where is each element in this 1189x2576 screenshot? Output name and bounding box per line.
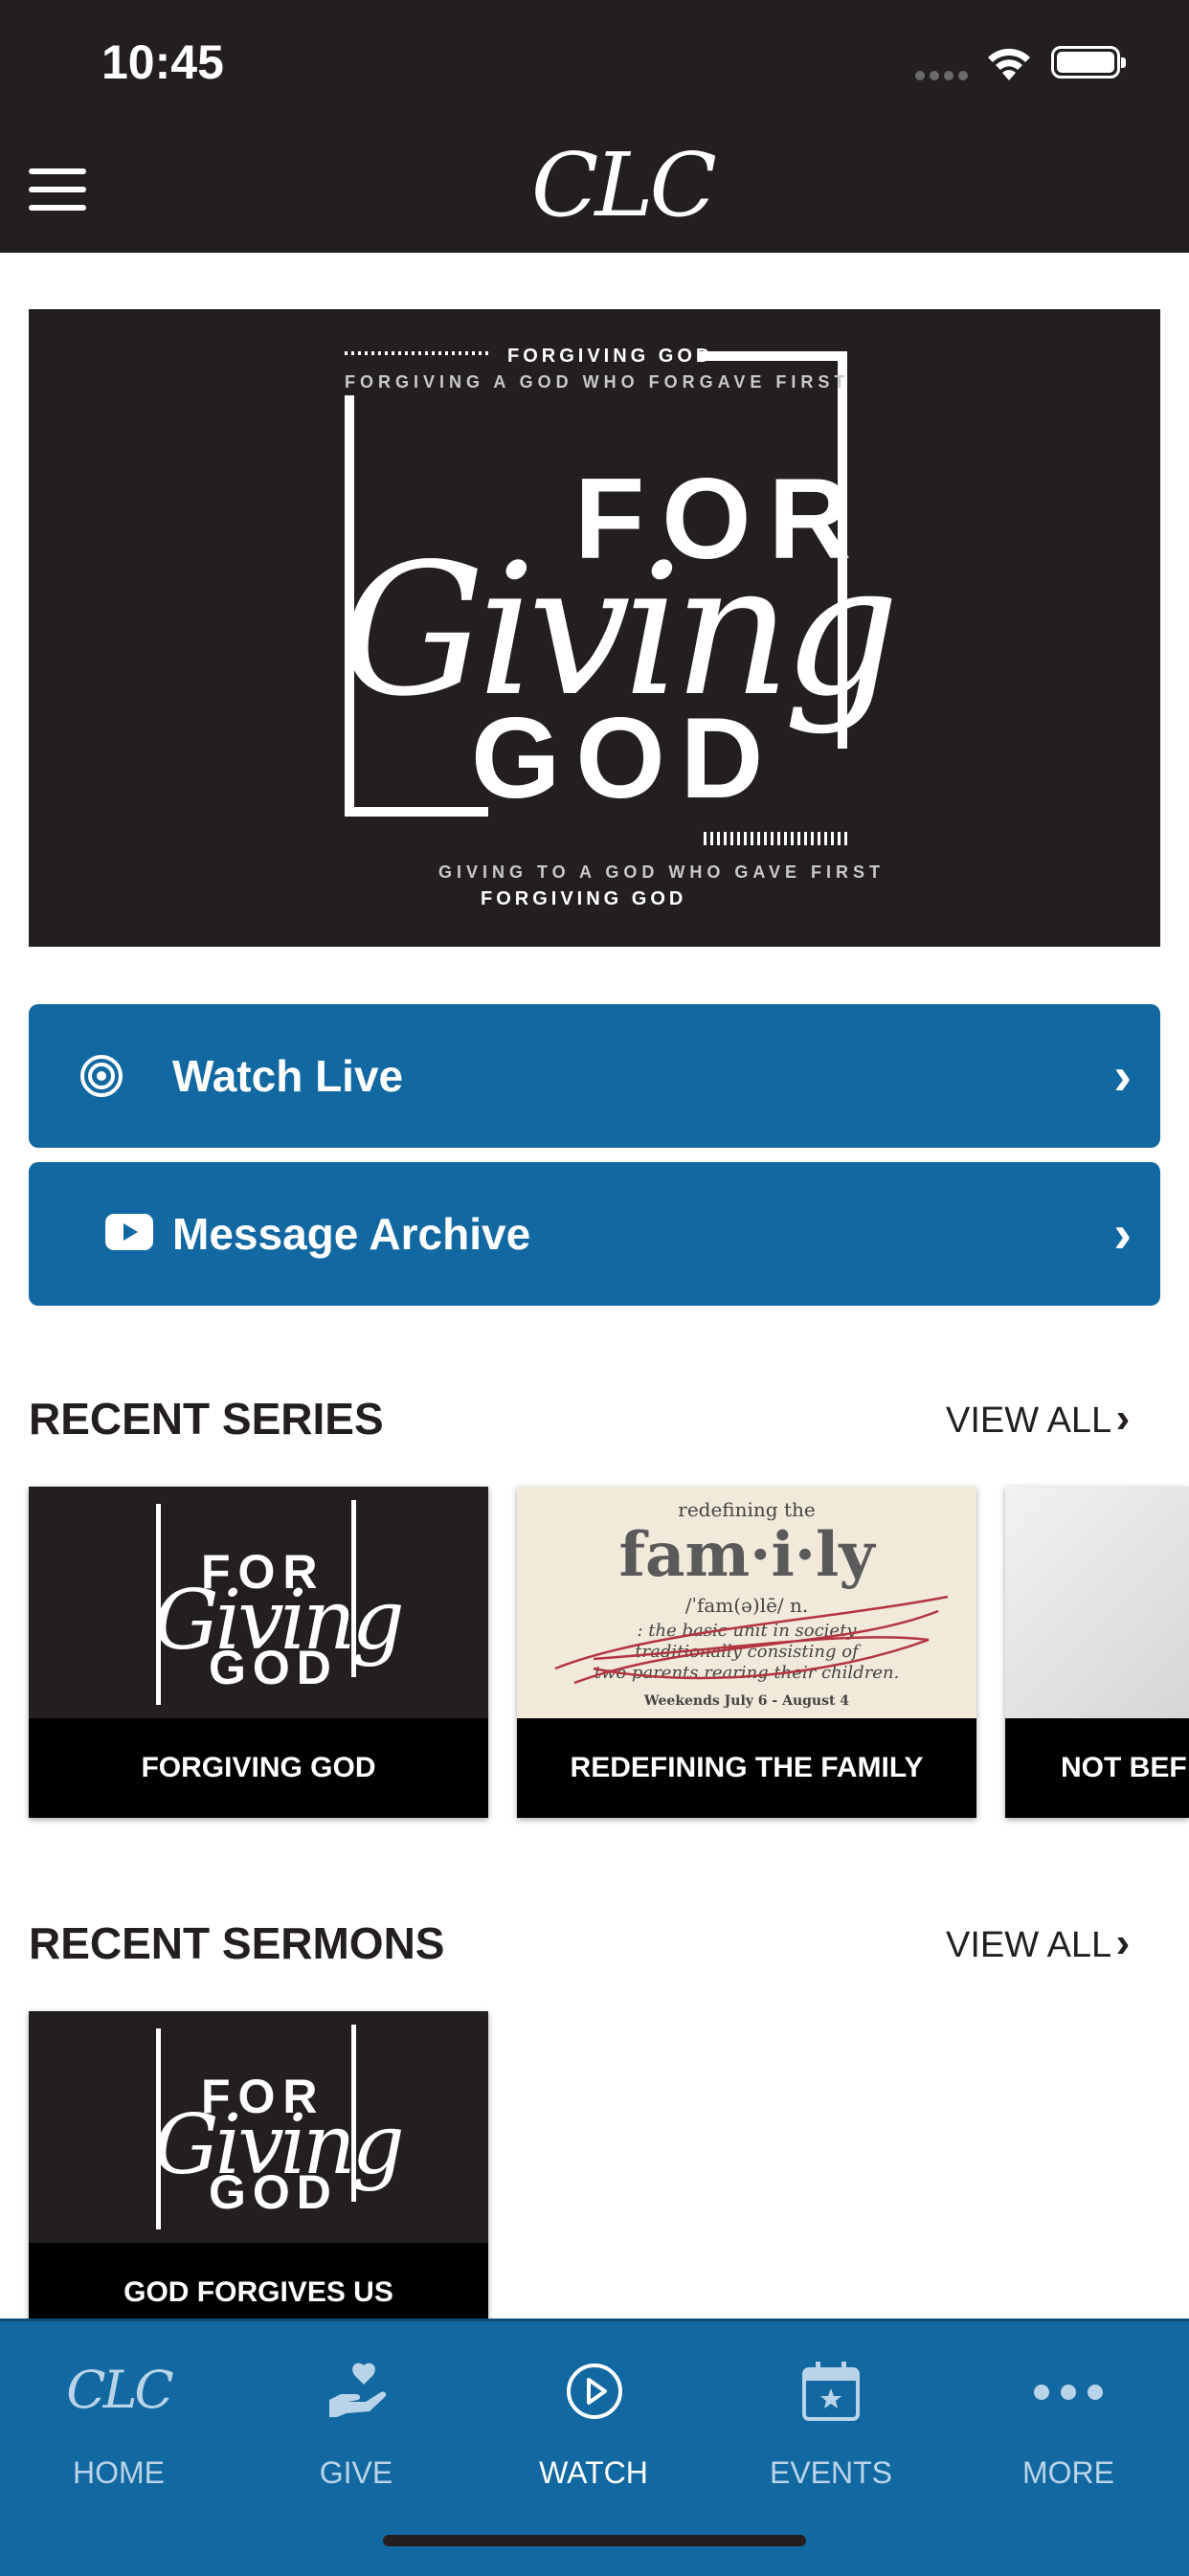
chevron-right-icon: › — [1115, 1919, 1131, 1966]
give-hand-heart-icon — [329, 2363, 387, 2417]
play-circle-icon — [567, 2363, 622, 2419]
hero-banner[interactable]: FORGIVING GOD FORGIVING A GOD WHO FORGAV… — [29, 309, 1160, 947]
series-card-partial[interactable]: NOT BEF — [1005, 1487, 1189, 1818]
more-dots-icon — [1034, 2385, 1103, 2400]
tab-label: HOME — [73, 2455, 165, 2490]
wifi-icon — [988, 48, 1030, 80]
chevron-right-icon: › — [1113, 1045, 1132, 1106]
calendar-star-icon — [802, 2362, 860, 2421]
series-caption: FORGIVING GOD — [29, 1718, 488, 1818]
recent-series-view-all[interactable]: VIEW ALL › — [946, 1395, 1130, 1443]
clc-logo-icon: CLC — [66, 2360, 174, 2420]
menu-icon[interactable] — [29, 168, 86, 211]
tab-label: WATCH — [539, 2455, 648, 2490]
series-card-forgiving-god[interactable]: FOR Giving GOD FORGIVING GOD — [29, 1487, 488, 1818]
status-bar: 10:45 — [0, 0, 1189, 126]
tab-label: MORE — [1022, 2455, 1114, 2490]
status-time: 10:45 — [101, 35, 224, 89]
watch-live-button[interactable]: Watch Live › — [29, 1004, 1160, 1148]
sermon-thumbnail: FOR Giving GOD — [29, 2011, 488, 2243]
recent-sermons-title: RECENT SERMONS — [29, 1918, 445, 1968]
tab-label: GIVE — [319, 2455, 393, 2490]
signal-icon — [915, 69, 973, 80]
view-all-label: VIEW ALL — [946, 1925, 1112, 1965]
hero-word-god: GOD — [471, 694, 779, 822]
battery-icon — [1051, 46, 1126, 78]
tab-label: EVENTS — [769, 2455, 893, 2490]
home-indicator[interactable] — [383, 2535, 806, 2546]
recent-series-title: RECENT SERIES — [29, 1394, 384, 1444]
chevron-right-icon: › — [1113, 1203, 1132, 1264]
sermon-card-god-forgives-us[interactable]: FOR Giving GOD GOD FORGIVES US — [29, 2011, 488, 2342]
series-card-redefining-the-family[interactable]: redefining the fam·i·ly /ˈfam(ə)lē/ n. :… — [517, 1487, 976, 1818]
chevron-right-icon: › — [1115, 1395, 1131, 1442]
hero-bottom-label: FORGIVING GOD — [481, 888, 687, 909]
view-all-label: VIEW ALL — [946, 1400, 1112, 1441]
series-caption: NOT BEF — [1005, 1718, 1189, 1818]
video-play-icon — [105, 1214, 153, 1250]
scribble-mark — [554, 1595, 949, 1685]
live-target-icon — [80, 1055, 123, 1097]
series-thumbnail — [1005, 1487, 1189, 1718]
hero-top-label: FORGIVING GOD — [507, 346, 714, 367]
series-thumbnail: redefining the fam·i·ly /ˈfam(ə)lē/ n. :… — [517, 1487, 976, 1718]
hero-bottom-subtitle: GIVING TO A GOD WHO GAVE FIRST — [438, 862, 886, 882]
app-logo[interactable]: CLC — [531, 134, 717, 236]
recent-sermons-view-all[interactable]: VIEW ALL › — [946, 1919, 1130, 1967]
hero-top-subtitle: FORGIVING A GOD WHO FORGAVE FIRST — [345, 372, 850, 392]
watch-live-label: Watch Live — [172, 1051, 404, 1101]
series-thumbnail: FOR Giving GOD — [29, 1487, 488, 1718]
message-archive-button[interactable]: Message Archive › — [29, 1162, 1160, 1306]
series-caption: REDEFINING THE FAMILY — [517, 1718, 976, 1818]
message-archive-label: Message Archive — [172, 1209, 531, 1259]
